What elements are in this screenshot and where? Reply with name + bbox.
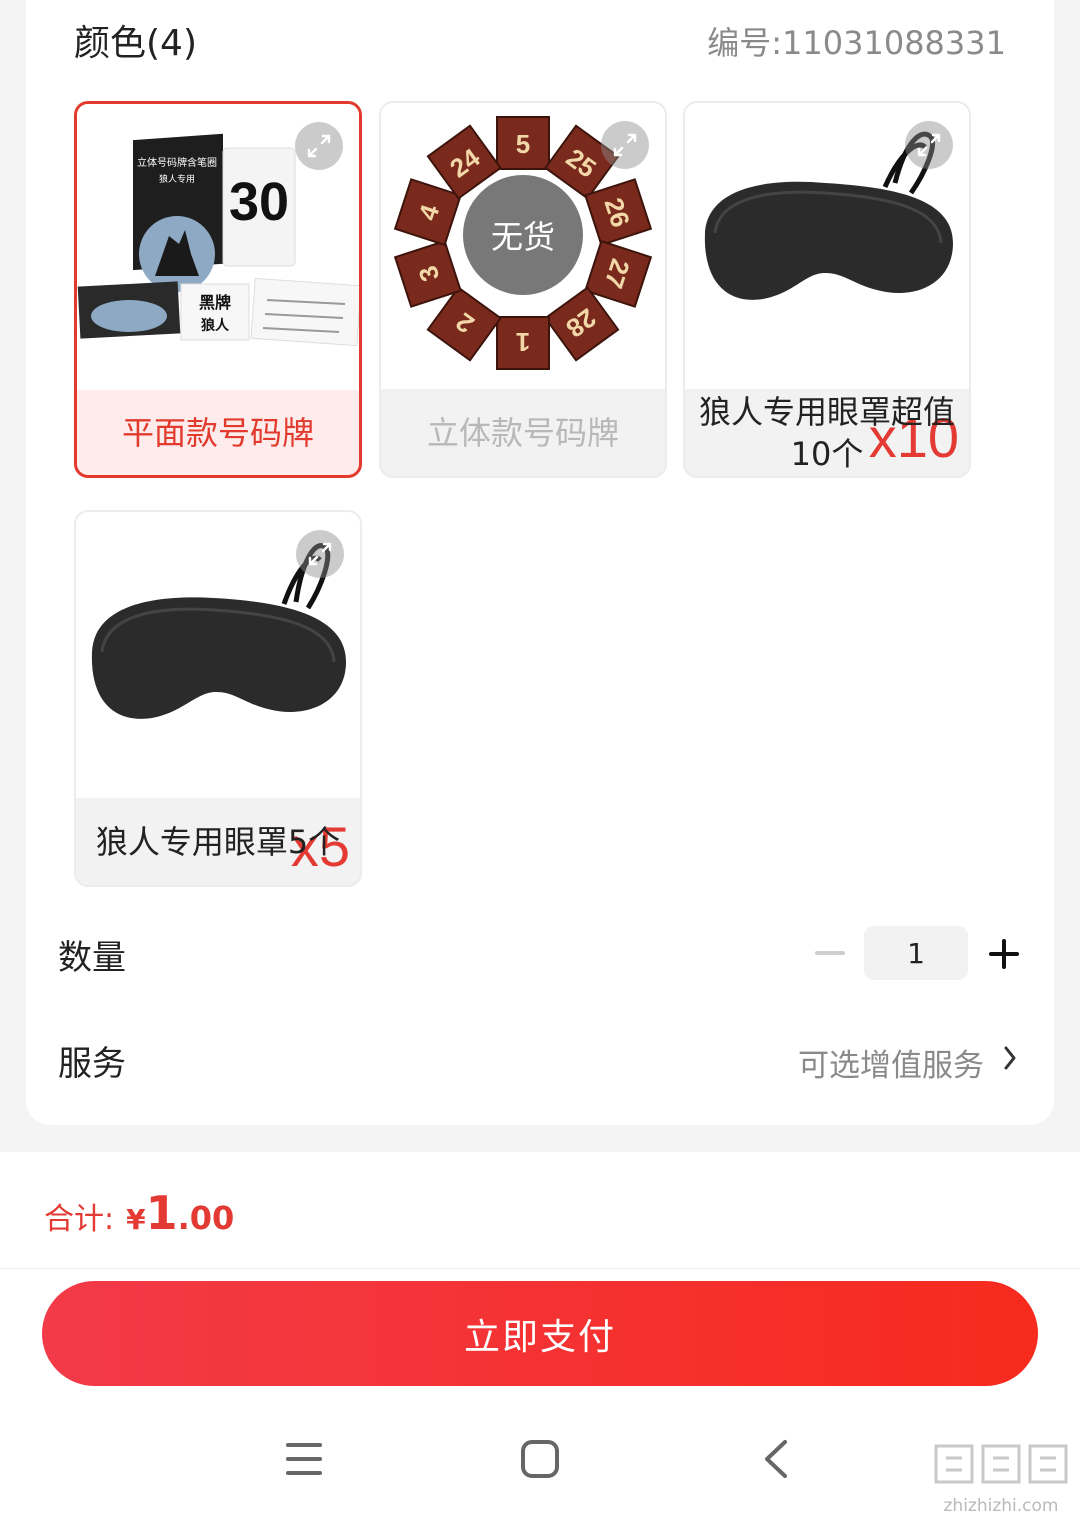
site-watermark: zhizhizhi.com (928, 1440, 1074, 1516)
decrease-button[interactable] (812, 938, 848, 968)
option-3d-number-cubes[interactable]: 5 25 26 27 28 1 2 3 4 24 无货 立体款号码牌 (379, 101, 667, 478)
option-label: 狼人专用眼罩超值10个 (698, 392, 955, 473)
watermark-text: zhizhizhi.com (943, 1496, 1059, 1516)
quantity-label: 数量 (58, 938, 126, 978)
option-label: 立体款号码牌 (426, 413, 619, 452)
expand-icon[interactable] (905, 121, 953, 169)
home-icon (521, 1440, 559, 1478)
divider (0, 1268, 1080, 1269)
option-label: 平面款号码牌 (121, 413, 314, 452)
expand-icon[interactable] (601, 121, 649, 169)
black-card-text: 黑牌 (199, 293, 231, 312)
price-integer: 1 (145, 1186, 178, 1240)
option-flat-number-cards[interactable]: 立体号码牌含笔圈 狼人专用 30 黑牌 狼人 平面款号码牌 (74, 101, 362, 478)
option-eye-mask-5[interactable]: x5 狼人专用眼罩5个 (74, 510, 362, 887)
sold-out-badge: 无货 (463, 175, 583, 295)
number-cube: 5 (496, 116, 550, 170)
cube-number: 5 (516, 129, 530, 159)
chevron-right-icon[interactable] (998, 1038, 1022, 1078)
recent-apps-button[interactable] (279, 1434, 329, 1484)
expand-icon[interactable] (295, 122, 343, 170)
option-eye-mask-10[interactable]: x10 狼人专用眼罩超值10个 (683, 101, 971, 478)
option-label: 狼人专用眼罩5个 (95, 822, 341, 861)
quantity-input[interactable]: 1 (864, 926, 968, 980)
box-title-text: 立体号码牌含笔圈 (137, 156, 217, 169)
service-label: 服务 (58, 1044, 126, 1084)
total-label: 合计: (44, 1202, 115, 1237)
watermark-logo-icon (934, 1444, 1068, 1484)
cube-number: 1 (516, 327, 530, 357)
service-value[interactable]: 可选增值服务 (798, 1040, 984, 1085)
minus-icon (815, 951, 845, 955)
color-section-title: 颜色(4) (74, 23, 197, 64)
pay-now-button[interactable]: 立即支付 (42, 1281, 1038, 1386)
menu-icon (286, 1443, 322, 1475)
wolf-card-text: 狼人 (201, 317, 230, 334)
card-number-text: 30 (229, 172, 289, 232)
increase-button[interactable] (984, 934, 1024, 974)
back-button[interactable] (751, 1434, 801, 1484)
box-sub-text: 狼人专用 (159, 173, 195, 185)
back-icon (765, 1440, 787, 1478)
currency-symbol: ¥ (126, 1203, 146, 1236)
expand-icon[interactable] (296, 530, 344, 578)
home-button[interactable] (515, 1434, 565, 1484)
price-decimal: .00 (177, 1199, 235, 1237)
number-cube: 1 (496, 316, 550, 370)
sku-code: 编号:11031088331 (707, 24, 1006, 62)
total-price: 合计: ¥ 1 .00 (44, 1186, 234, 1240)
plus-icon (989, 939, 1019, 969)
